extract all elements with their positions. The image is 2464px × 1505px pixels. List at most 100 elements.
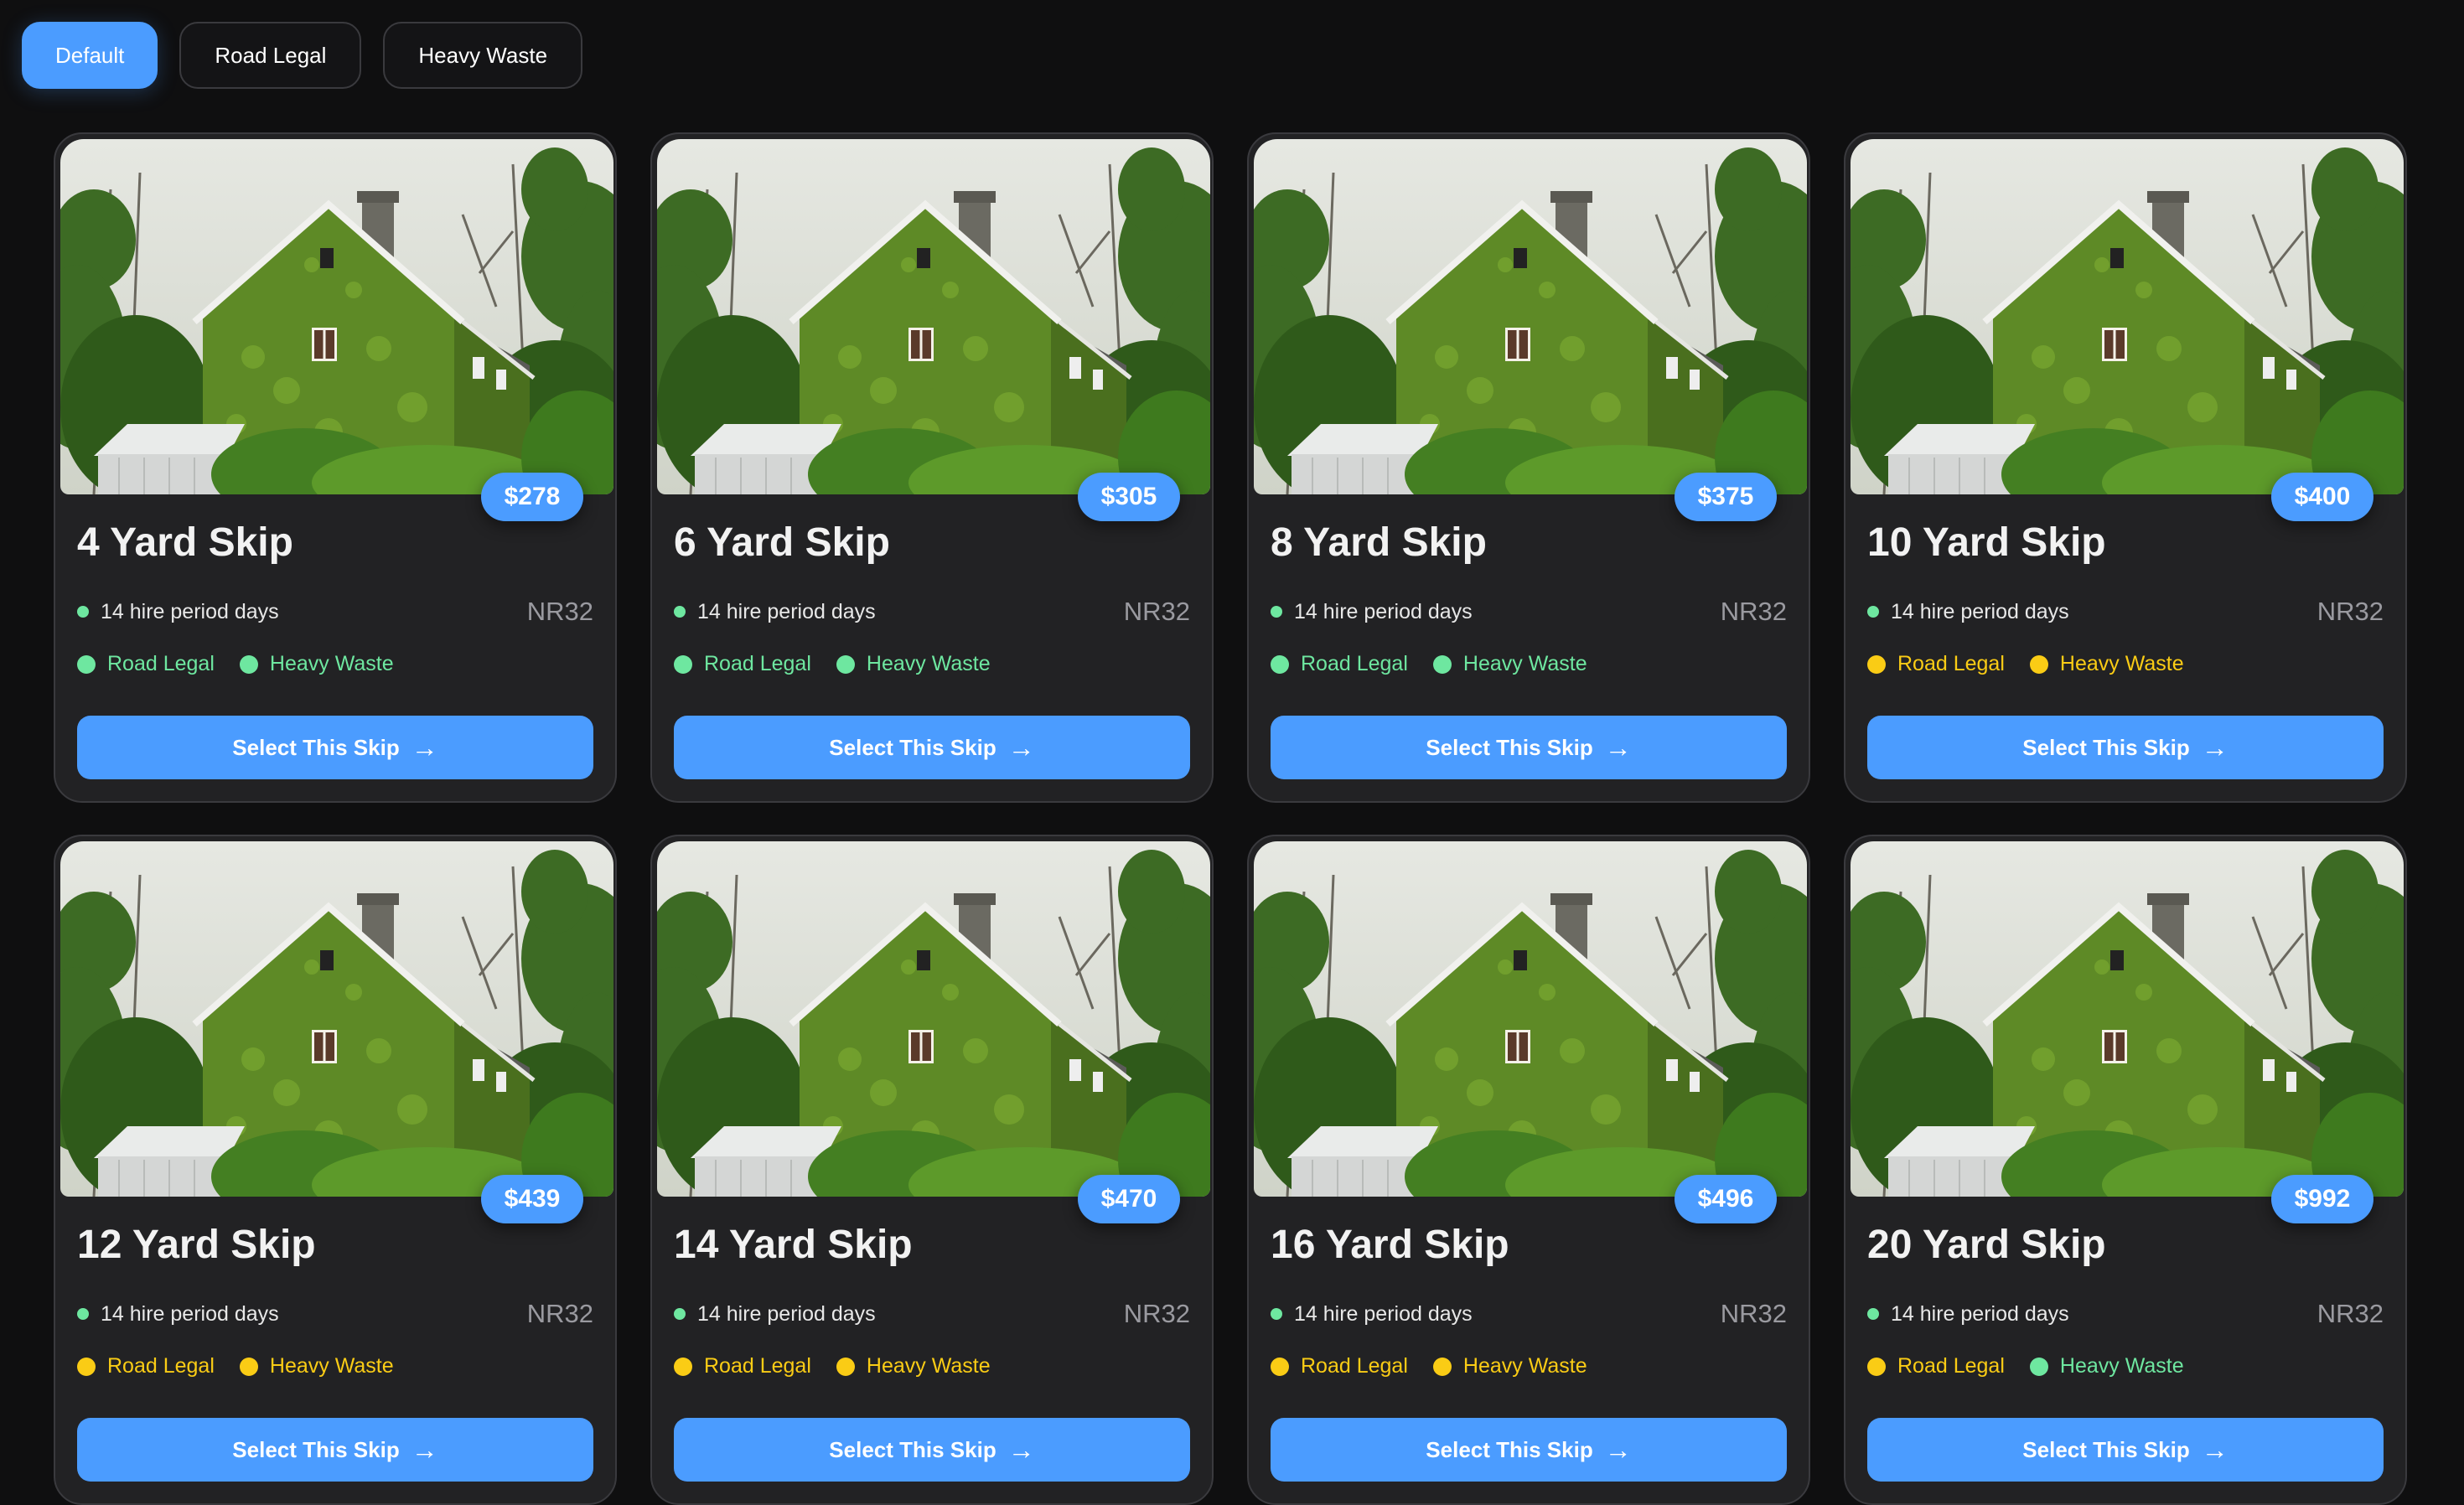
tag-road-legal: Road Legal (1867, 652, 2005, 676)
skip-card: $278 4 Yard Skip 14 hire period days NR3… (54, 132, 617, 803)
heavy-waste-status-dot-icon (1432, 654, 1452, 674)
skip-tags: Road Legal Heavy Waste (1271, 1354, 1587, 1378)
road-legal-status-dot-icon (77, 654, 96, 674)
tag-heavy-waste-label: Heavy Waste (1462, 652, 1587, 675)
heavy-waste-status-dot-icon (1432, 1357, 1452, 1376)
skip-photo (1254, 139, 1807, 494)
tag-heavy-waste-label: Heavy Waste (2059, 652, 2184, 675)
tag-heavy-waste-label: Heavy Waste (269, 652, 394, 675)
tag-road-legal: Road Legal (1271, 1354, 1408, 1378)
heavy-waste-status-dot-icon (2029, 654, 2048, 674)
skip-card: $992 20 Yard Skip 14 hire period days NR… (1844, 835, 2407, 1505)
tag-heavy-waste: Heavy Waste (239, 652, 394, 676)
postcode: NR32 (2316, 597, 2384, 626)
price-badge: $305 (1078, 473, 1180, 521)
arrow-right-icon: → (1007, 732, 1035, 763)
select-skip-button-label: Select This Skip (1426, 734, 1593, 760)
hire-status-dot-icon (674, 606, 686, 618)
skip-photo (1254, 841, 1807, 1197)
select-skip-button-label: Select This Skip (232, 734, 400, 760)
skip-tags: Road Legal Heavy Waste (77, 652, 394, 676)
skip-photo (657, 139, 1210, 494)
tag-road-legal-label: Road Legal (1897, 652, 2005, 675)
select-skip-button-label: Select This Skip (829, 734, 996, 760)
hire-period: 14 hire period days (1271, 600, 1473, 624)
select-skip-button-label: Select This Skip (2022, 1436, 2190, 1462)
select-skip-button[interactable]: Select This Skip → (674, 716, 1190, 779)
hire-row: 14 hire period days NR32 (1271, 597, 1787, 627)
select-skip-button[interactable]: Select This Skip → (1867, 716, 2384, 779)
heavy-waste-status-dot-icon (836, 654, 855, 674)
hire-row: 14 hire period days NR32 (1867, 597, 2384, 627)
hire-row: 14 hire period days NR32 (77, 597, 593, 627)
road-legal-status-dot-icon (77, 1357, 96, 1376)
skip-tags: Road Legal Heavy Waste (674, 1354, 991, 1378)
tag-road-legal-label: Road Legal (1301, 652, 1408, 675)
hire-status-dot-icon (1867, 606, 1879, 618)
postcode: NR32 (526, 597, 593, 626)
tag-road-legal: Road Legal (1867, 1354, 2005, 1378)
skip-title: 14 Yard Skip (674, 1223, 913, 1267)
select-skip-button-label: Select This Skip (2022, 734, 2190, 760)
road-legal-status-dot-icon (674, 654, 692, 674)
skip-photo (60, 139, 613, 494)
tag-road-legal-label: Road Legal (704, 652, 811, 675)
hire-status-dot-icon (1271, 1308, 1282, 1320)
hire-row: 14 hire period days NR32 (77, 1299, 593, 1329)
price-badge: $375 (1675, 473, 1777, 521)
arrow-right-icon: → (1007, 1435, 1035, 1465)
house-image-icon (60, 841, 613, 1197)
hire-period: 14 hire period days (77, 1302, 279, 1327)
hire-period: 14 hire period days (1271, 1302, 1473, 1327)
tag-road-legal: Road Legal (674, 1354, 811, 1378)
hire-status-dot-icon (77, 1308, 89, 1320)
arrow-right-icon: → (2201, 732, 2228, 763)
skip-photo (657, 841, 1210, 1197)
tag-heavy-waste: Heavy Waste (239, 1354, 394, 1378)
tag-heavy-waste: Heavy Waste (1432, 1354, 1587, 1378)
hire-period-text: 14 hire period days (697, 599, 876, 623)
select-skip-button[interactable]: Select This Skip → (77, 716, 593, 779)
tag-road-legal: Road Legal (1271, 652, 1408, 676)
hire-status-dot-icon (1867, 1308, 1879, 1320)
tag-heavy-waste-label: Heavy Waste (866, 1354, 991, 1378)
hire-period-text: 14 hire period days (101, 1301, 279, 1326)
skip-photo (1851, 841, 2404, 1197)
skip-title: 20 Yard Skip (1867, 1223, 2106, 1267)
hire-period: 14 hire period days (1867, 1302, 2069, 1327)
hire-row: 14 hire period days NR32 (674, 1299, 1190, 1329)
skip-card-grid: $278 4 Yard Skip 14 hire period days NR3… (54, 132, 2407, 1505)
skip-title: 12 Yard Skip (77, 1223, 316, 1267)
price-badge: $400 (2271, 473, 2373, 521)
tag-heavy-waste-label: Heavy Waste (866, 652, 991, 675)
arrow-right-icon: → (411, 732, 438, 763)
filter-road-legal-button[interactable]: Road Legal (179, 22, 362, 89)
filter-default-button[interactable]: Default (22, 22, 158, 89)
select-skip-button[interactable]: Select This Skip → (1271, 716, 1787, 779)
filter-bar: Default Road Legal Heavy Waste (22, 22, 583, 89)
hire-period-text: 14 hire period days (697, 1301, 876, 1326)
select-skip-button[interactable]: Select This Skip → (77, 1418, 593, 1482)
hire-row: 14 hire period days NR32 (1271, 1299, 1787, 1329)
filter-heavy-waste-button[interactable]: Heavy Waste (383, 22, 583, 89)
select-skip-button[interactable]: Select This Skip → (1271, 1418, 1787, 1482)
hire-status-dot-icon (674, 1308, 686, 1320)
skip-title: 16 Yard Skip (1271, 1223, 1509, 1267)
tag-heavy-waste: Heavy Waste (2029, 1354, 2184, 1378)
hire-period-text: 14 hire period days (1294, 1301, 1473, 1326)
road-legal-status-dot-icon (1271, 654, 1289, 674)
select-skip-button[interactable]: Select This Skip → (674, 1418, 1190, 1482)
house-image-icon (1254, 841, 1807, 1197)
skip-tags: Road Legal Heavy Waste (1867, 1354, 2184, 1378)
tag-road-legal-label: Road Legal (704, 1354, 811, 1378)
house-image-icon (657, 841, 1210, 1197)
postcode: NR32 (1123, 1299, 1190, 1328)
skip-card: $439 12 Yard Skip 14 hire period days NR… (54, 835, 617, 1505)
skip-tags: Road Legal Heavy Waste (1867, 652, 2184, 676)
road-legal-status-dot-icon (1867, 1357, 1886, 1376)
hire-row: 14 hire period days NR32 (1867, 1299, 2384, 1329)
hire-status-dot-icon (1271, 606, 1282, 618)
road-legal-status-dot-icon (1867, 654, 1886, 674)
select-skip-button[interactable]: Select This Skip → (1867, 1418, 2384, 1482)
tag-road-legal: Road Legal (77, 652, 215, 676)
